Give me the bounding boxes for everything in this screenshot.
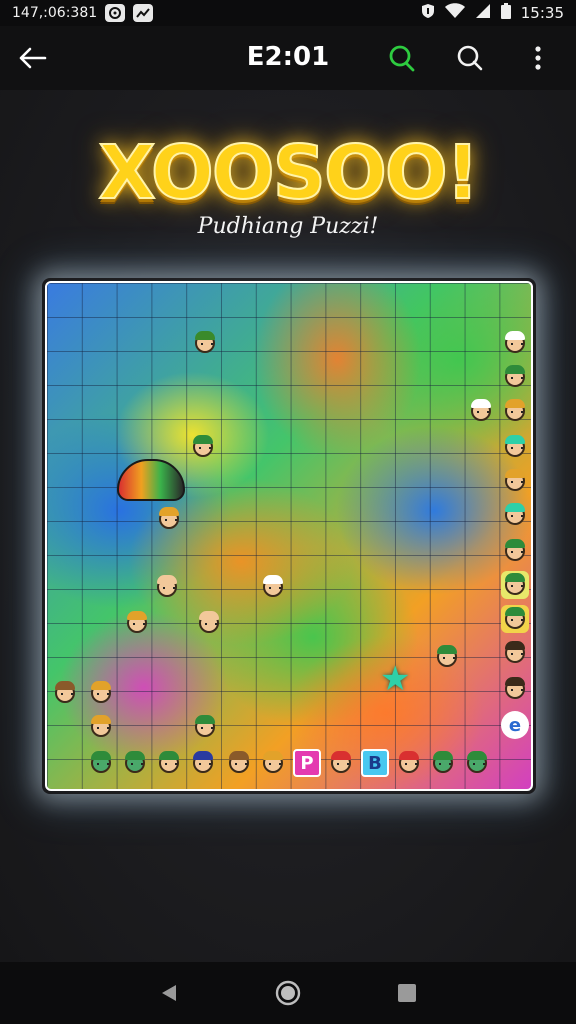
star-icon[interactable]: ★: [380, 659, 410, 699]
avatar-piece[interactable]: [501, 433, 529, 461]
nav-home-button[interactable]: [268, 973, 308, 1013]
status-right: 15:35: [421, 3, 564, 23]
back-button[interactable]: [14, 40, 50, 76]
tile-p[interactable]: P: [293, 749, 321, 777]
game-subtitle: Pudhiang Puzzi!: [197, 214, 379, 239]
search-button[interactable]: [452, 40, 488, 76]
avatar-piece[interactable]: [121, 749, 149, 777]
avatar-piece[interactable]: [463, 749, 491, 777]
avatar-piece[interactable]: [327, 749, 355, 777]
avatar-piece[interactable]: [153, 573, 181, 601]
avatar-piece[interactable]: [501, 639, 529, 667]
home-circle-icon: [275, 980, 301, 1006]
tile-e[interactable]: e: [501, 711, 529, 739]
nav-recents-button[interactable]: [387, 973, 427, 1013]
avatar-piece[interactable]: [189, 433, 217, 461]
activity-icon: [133, 4, 154, 22]
game-title: XOOSOO!: [97, 129, 480, 217]
avatar-piece[interactable]: [501, 467, 529, 495]
wifi-icon: [444, 3, 465, 23]
signal-icon: [475, 3, 491, 23]
search-button-green[interactable]: [383, 40, 419, 76]
shield-icon: [421, 3, 435, 23]
avatar-piece[interactable]: [501, 363, 529, 391]
app-title: E2:01: [246, 42, 330, 72]
avatar-piece[interactable]: [123, 609, 151, 637]
avatar-piece[interactable]: [259, 573, 287, 601]
avatar-piece[interactable]: [501, 537, 529, 565]
game-area: XOOSOO! Pudhiang Puzzi! e P B ★: [0, 90, 576, 962]
avatar-piece[interactable]: [225, 749, 253, 777]
nav-back-button[interactable]: [149, 973, 189, 1013]
avatar-piece[interactable]: [433, 643, 461, 671]
puzzle-grid: [47, 283, 531, 789]
notification-icon: [105, 4, 126, 22]
more-vert-icon: [535, 46, 541, 70]
search-icon: [457, 45, 483, 71]
battery-icon: [500, 3, 511, 23]
status-left: 147,:06:381: [12, 4, 421, 22]
more-options-button[interactable]: [520, 40, 556, 76]
system-nav-bar: [0, 962, 576, 1024]
avatar-piece[interactable]: [155, 749, 183, 777]
app-bar: E2:01: [0, 26, 576, 90]
status-bar: 147,:06:381 15:35: [0, 0, 576, 26]
avatar-piece[interactable]: [195, 609, 223, 637]
back-triangle-icon: [162, 985, 177, 1001]
recents-square-icon: [397, 984, 416, 1002]
avatar-piece[interactable]: [259, 749, 287, 777]
back-arrow-icon: [19, 47, 47, 69]
avatar-piece[interactable]: [191, 713, 219, 741]
avatar-piece[interactable]: [501, 675, 529, 703]
avatar-piece[interactable]: [395, 749, 423, 777]
avatar-piece[interactable]: [189, 749, 217, 777]
avatar-piece[interactable]: [501, 605, 529, 633]
avatar-piece[interactable]: [429, 749, 457, 777]
avatar-piece[interactable]: [87, 713, 115, 741]
avatar-piece[interactable]: [467, 397, 495, 425]
puzzle-board[interactable]: e P B ★: [45, 281, 533, 791]
tile-b[interactable]: B: [361, 749, 389, 777]
avatar-piece[interactable]: [87, 749, 115, 777]
status-left-text: 147,:06:381: [12, 5, 98, 21]
avatar-piece[interactable]: [87, 679, 115, 707]
avatar-piece[interactable]: [501, 571, 529, 599]
status-time: 15:35: [520, 4, 564, 22]
avatar-piece[interactable]: [501, 329, 529, 357]
avatar-piece[interactable]: [51, 679, 79, 707]
search-icon: [389, 45, 415, 72]
avatar-piece[interactable]: [191, 329, 219, 357]
avatar-piece[interactable]: [501, 501, 529, 529]
avatar-piece[interactable]: [155, 505, 183, 533]
avatar-piece[interactable]: [501, 397, 529, 425]
